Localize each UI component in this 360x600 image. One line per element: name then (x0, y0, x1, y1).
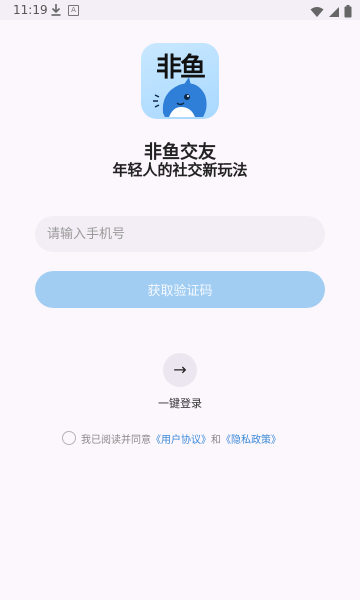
a-icon: A (68, 5, 79, 16)
get-verification-code-button[interactable]: 获取验证码 (35, 271, 325, 308)
agreement-row: 我已阅读并同意 《用户协议》 和 《隐私政策》 (62, 430, 281, 446)
user-agreement-link[interactable]: 《用户协议》 (151, 431, 211, 446)
signal-icon (328, 3, 340, 22)
arrow-right-icon: → (173, 360, 187, 379)
status-icons (310, 3, 352, 22)
status-time: 11:19 (13, 3, 48, 17)
wifi-icon (310, 3, 324, 22)
phone-number-input[interactable] (35, 216, 325, 252)
app-slogan: 年轻人的社交新玩法 (112, 161, 248, 179)
battery-icon (344, 3, 352, 22)
fish-mascot-icon (153, 77, 207, 117)
agreement-checkbox[interactable] (62, 431, 76, 445)
one-click-login-button[interactable]: → (163, 353, 197, 387)
status-bar: 11:19 A (0, 0, 360, 20)
agreement-and: 和 (211, 434, 221, 446)
privacy-policy-link[interactable]: 《隐私政策》 (221, 431, 281, 446)
app-logo: 非鱼 (141, 43, 219, 119)
one-click-login-label: 一键登录 (158, 397, 202, 410)
download-icon (50, 2, 62, 21)
agreement-prefix: 我已阅读并同意 (81, 434, 151, 446)
